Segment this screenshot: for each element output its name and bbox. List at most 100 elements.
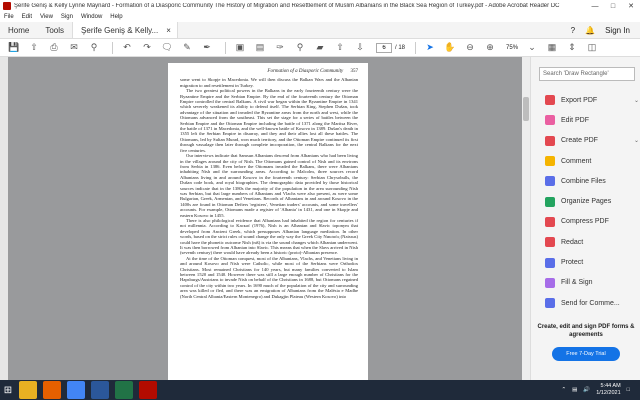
tool-item[interactable]: Redact	[545, 232, 639, 252]
page-total: / 18	[395, 44, 406, 51]
left-panel-strip[interactable]	[0, 57, 8, 380]
toolbar: 💾 ⇧ ⎙ ✉ ⚲ ↶ ↷ 🗨 ✎ ✒ ▣ ▤ ✑ ⚲ ▰ ⇧ ⇩ / 18 ➤…	[0, 39, 640, 57]
tab-document[interactable]: Şerife Geniş & Kelly... ×	[72, 22, 178, 38]
page-number-input[interactable]	[376, 42, 392, 53]
highlight-pen-icon[interactable]: ✎	[179, 41, 195, 55]
close-window-button[interactable]: ✕	[622, 0, 640, 12]
title-bar: Şerife Geniş & Kelly Lynne Maynard - For…	[0, 0, 640, 12]
tool-label: Create PDF	[561, 137, 598, 145]
zoom-in-icon[interactable]: ⊕	[482, 41, 498, 55]
taskbar-apps	[16, 381, 160, 399]
page-number: 357	[350, 69, 359, 74]
tool-item[interactable]: Organize Pages	[545, 191, 639, 211]
chevron-down-icon[interactable]: ⌄	[634, 97, 639, 104]
window-controls: — □ ✕	[586, 0, 640, 12]
menu-bar: File Edit View Sign Window Help	[0, 12, 640, 22]
pdf-page: Formation of a Diasporic Community 357 s…	[168, 63, 368, 380]
clock[interactable]: 5:44 AM 1/12/2021	[596, 383, 620, 397]
snapshot-icon[interactable]: ▣	[232, 41, 248, 55]
menu-edit[interactable]: Edit	[22, 14, 32, 20]
help-icon[interactable]: ?	[571, 26, 575, 35]
tool-item[interactable]: Export PDF ⌄	[545, 90, 639, 110]
word-icon[interactable]	[91, 381, 109, 399]
promo-text: Create, edit and sign PDF forms & agreem…	[537, 324, 635, 338]
windows-start-icon[interactable]: ⊞	[0, 380, 16, 400]
minimize-button[interactable]: —	[586, 0, 604, 12]
upload-icon[interactable]: ⇧	[26, 41, 42, 55]
tab-tools[interactable]: Tools	[37, 22, 72, 38]
send-comment-icon	[545, 298, 555, 309]
tool-item[interactable]: Fill & Sign	[545, 273, 639, 293]
tab-home[interactable]: Home	[0, 22, 37, 38]
network-icon[interactable]: ▤	[572, 387, 577, 393]
organize-pages-icon	[545, 196, 555, 207]
draw-icon[interactable]: ✒	[199, 41, 215, 55]
volume-icon[interactable]: 🔊	[583, 387, 590, 393]
tab-close-icon[interactable]: ×	[166, 26, 171, 35]
notification-center-icon[interactable]: □	[627, 387, 630, 393]
tool-label: Compress PDF	[561, 218, 609, 226]
menu-help[interactable]: Help	[110, 14, 122, 20]
comment-icon[interactable]: 🗨	[159, 41, 175, 55]
save-icon[interactable]: 💾	[6, 41, 22, 55]
hand-icon[interactable]: ✋	[442, 41, 458, 55]
tool-item[interactable]: Edit PDF	[545, 110, 639, 130]
select-cursor-icon[interactable]: ➤	[422, 41, 438, 55]
tool-item[interactable]: Compress PDF	[545, 212, 639, 232]
chevron-down-icon[interactable]: ⌄	[634, 137, 639, 144]
tool-item[interactable]: Comment	[545, 151, 639, 171]
tab-bar: Home Tools Şerife Geniş & Kelly... × ? 🔔…	[0, 22, 640, 39]
menu-sign[interactable]: Sign	[61, 14, 73, 20]
mail-icon[interactable]: ✉	[66, 41, 82, 55]
notifications-icon[interactable]: 🔔	[585, 26, 595, 35]
tool-label: Organize Pages	[561, 198, 612, 206]
page-down-icon[interactable]: ⇩	[352, 41, 368, 55]
tool-label: Export PDF	[561, 96, 598, 104]
redo-icon[interactable]: ↷	[139, 41, 155, 55]
scroll-mode-icon[interactable]: ⇕	[564, 41, 580, 55]
chevron-down-icon[interactable]: ⌄	[524, 41, 540, 55]
read-mode-icon[interactable]: ◫	[584, 41, 600, 55]
zoom-select[interactable]: 75%	[506, 45, 518, 51]
vertical-scrollbar[interactable]	[522, 57, 530, 380]
tool-item[interactable]: Create PDF ⌄	[545, 131, 639, 151]
file-explorer-icon[interactable]	[19, 381, 37, 399]
tools-search-input[interactable]: Search 'Draw Rectangle'	[539, 67, 635, 81]
tool-item[interactable]: Protect	[545, 252, 639, 272]
sign-in-button[interactable]: Sign In	[605, 26, 630, 35]
tab-document-label: Şerife Geniş & Kelly...	[81, 25, 159, 35]
tool-item[interactable]: Combine Files	[545, 171, 639, 191]
tool-label: Edit PDF	[561, 116, 590, 124]
acrobat-icon[interactable]	[139, 381, 157, 399]
attach-icon[interactable]: ⚲	[292, 41, 308, 55]
tool-item[interactable]: Send for Comme...	[545, 293, 639, 313]
menu-view[interactable]: View	[40, 14, 53, 20]
menu-window[interactable]: Window	[81, 14, 102, 20]
search-icon[interactable]: ⚲	[86, 41, 102, 55]
tray-chevron-icon[interactable]: ⌃	[562, 387, 567, 393]
firefox-icon[interactable]	[43, 381, 61, 399]
scrollbar-thumb[interactable]	[523, 97, 529, 121]
page-up-icon[interactable]: ⇧	[332, 41, 348, 55]
redact-icon	[545, 237, 555, 248]
stamp-icon[interactable]: ▰	[312, 41, 328, 55]
menu-file[interactable]: File	[4, 14, 14, 20]
undo-icon[interactable]: ↶	[119, 41, 135, 55]
fit-page-icon[interactable]: ▦	[544, 41, 560, 55]
tool-label: Protect	[561, 259, 584, 267]
chrome-icon[interactable]	[67, 381, 85, 399]
excel-icon[interactable]	[115, 381, 133, 399]
maximize-button[interactable]: □	[604, 0, 622, 12]
clock-time: 5:44 AM	[600, 383, 621, 389]
tool-label: Send for Comme...	[561, 299, 620, 307]
print-icon[interactable]: ⎙	[46, 41, 62, 55]
tool-label: Combine Files	[561, 177, 606, 185]
fill-sign-icon	[545, 277, 555, 288]
zoom-out-icon[interactable]: ⊖	[462, 41, 478, 55]
text-box-icon[interactable]: ▤	[252, 41, 268, 55]
free-trial-button[interactable]: Free 7-Day Trial	[552, 347, 620, 361]
combine-files-icon	[545, 176, 555, 187]
comment-icon	[545, 156, 555, 167]
sign-icon[interactable]: ✑	[272, 41, 288, 55]
document-area[interactable]: Formation of a Diasporic Community 357 s…	[0, 57, 530, 380]
